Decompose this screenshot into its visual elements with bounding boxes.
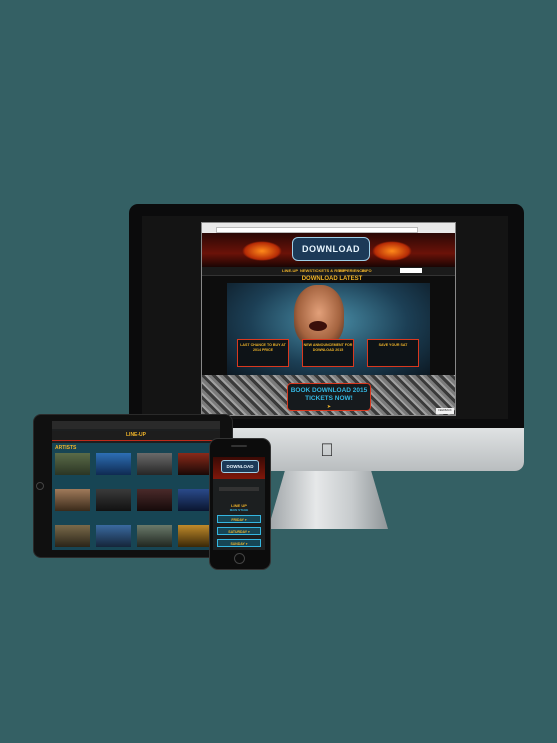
lineup-header: LINE-UP bbox=[52, 431, 220, 441]
artist-thumb[interactable] bbox=[55, 489, 90, 511]
main-nav: LINE-UP NEWS TICKETS & RSVP EXPERIENCE I… bbox=[202, 267, 455, 276]
phone-nav[interactable] bbox=[219, 487, 259, 491]
artist-thumb[interactable] bbox=[55, 453, 90, 475]
artist-thumb[interactable] bbox=[178, 525, 213, 547]
phone-speaker bbox=[231, 445, 247, 447]
artist-grid: ARTISTS bbox=[52, 443, 220, 550]
phone-home-button[interactable] bbox=[234, 553, 245, 564]
stage-label: MAIN STAGE bbox=[229, 508, 249, 512]
artist-thumb[interactable] bbox=[137, 525, 172, 547]
artist-thumb[interactable] bbox=[137, 489, 172, 511]
nav-info[interactable]: INFO bbox=[362, 268, 372, 273]
tablet-screen: LINE-UP ARTISTS bbox=[52, 421, 220, 550]
news-card-title: NEW ANNOUNCEMENT FOR DOWNLOAD 2015 bbox=[303, 343, 353, 352]
book-line-1: BOOK DOWNLOAD 2015 bbox=[290, 387, 368, 394]
artist-thumb[interactable] bbox=[137, 453, 172, 475]
news-card-title: LAST CHANCE TO BUY AT 2014 PRICE bbox=[240, 343, 286, 352]
news-card[interactable]: LAST CHANCE TO BUY AT 2014 PRICE bbox=[237, 339, 289, 367]
artist-thumb[interactable] bbox=[178, 453, 213, 475]
download-logo[interactable]: DOWNLOAD bbox=[292, 237, 370, 261]
flame-graphic bbox=[242, 241, 282, 261]
nav-experience[interactable]: EXPERIENCE bbox=[339, 268, 365, 273]
artist-thumb[interactable] bbox=[96, 525, 131, 547]
day-friday-button[interactable]: FRIDAY ▾ bbox=[217, 515, 261, 523]
search-input[interactable] bbox=[400, 268, 422, 273]
hero-mouth bbox=[309, 321, 327, 331]
artist-thumb[interactable] bbox=[178, 489, 213, 511]
apple-logo-icon:  bbox=[318, 440, 336, 460]
download-logo[interactable]: DOWNLOAD bbox=[221, 460, 259, 473]
phone-screen: DOWNLOAD LINE UP MAIN STAGE FRIDAY ▾ SAT… bbox=[213, 457, 265, 550]
arrow-right-icon: ➤ bbox=[326, 404, 332, 410]
nav-news[interactable]: NEWS bbox=[300, 268, 312, 273]
news-card[interactable]: NEW ANNOUNCEMENT FOR DOWNLOAD 2015 bbox=[302, 339, 354, 367]
book-tickets-button[interactable]: BOOK DOWNLOAD 2015 TICKETS NOW! ➤ bbox=[287, 383, 371, 411]
feedback-tab[interactable]: FEEDBACK bbox=[436, 408, 454, 414]
artist-thumb[interactable] bbox=[96, 453, 131, 475]
book-line-2: TICKETS NOW! bbox=[305, 395, 353, 402]
artist-thumb[interactable] bbox=[96, 489, 131, 511]
news-card[interactable]: SAVE YOUR SAT bbox=[367, 339, 419, 367]
flame-graphic bbox=[372, 241, 412, 261]
lineup-title: LINE UP MAIN STAGE bbox=[219, 503, 259, 513]
artist-thumb[interactable] bbox=[55, 525, 90, 547]
day-sunday-button[interactable]: SUNDAY ▾ bbox=[217, 539, 261, 547]
news-card-title: SAVE YOUR SAT bbox=[378, 343, 408, 347]
artists-heading: ARTISTS bbox=[55, 445, 77, 451]
tablet-nav bbox=[52, 421, 220, 429]
hero-face bbox=[294, 285, 344, 347]
tablet-home-button[interactable] bbox=[36, 482, 44, 490]
imac-stand bbox=[268, 471, 388, 529]
day-saturday-button[interactable]: SATURDAY ▾ bbox=[217, 527, 261, 535]
nav-line-up[interactable]: LINE-UP bbox=[282, 268, 298, 273]
section-title: DOWNLOAD LATEST bbox=[301, 276, 363, 282]
desktop-browser-window: DOWNLOAD LINE-UP NEWS TICKETS & RSVP EXP… bbox=[201, 222, 456, 416]
browser-chrome bbox=[202, 223, 455, 233]
